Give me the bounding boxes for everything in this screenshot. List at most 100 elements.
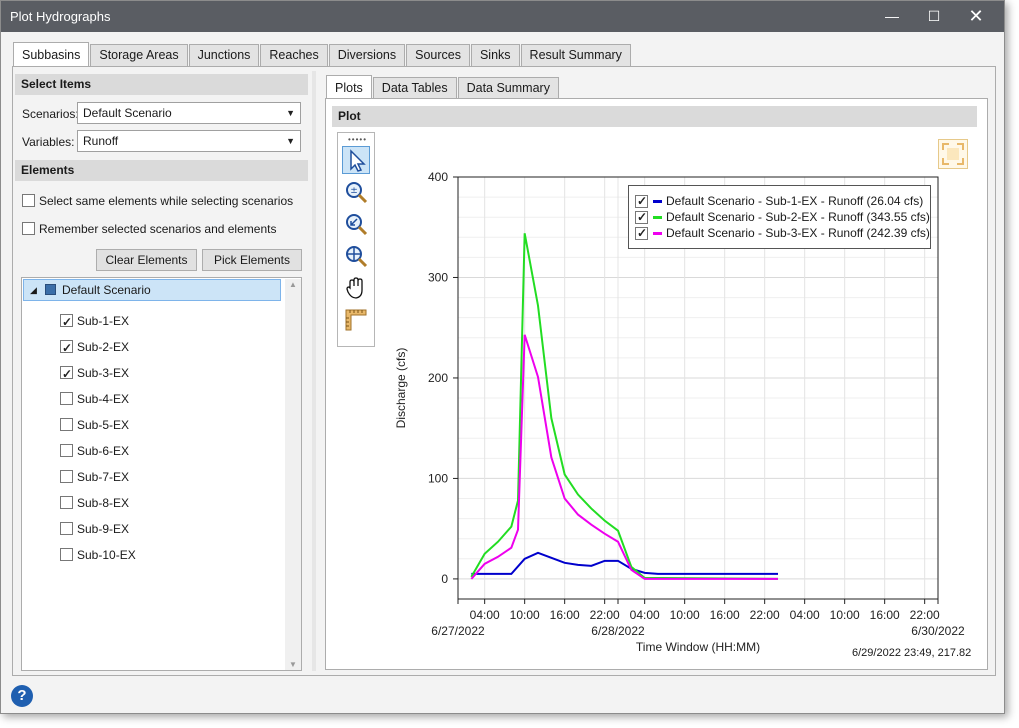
x-axis-label: Time Window (HH:MM) — [636, 640, 760, 654]
svg-text:±: ± — [350, 186, 358, 196]
element-label: Sub-3-EX — [77, 365, 130, 380]
scenarios-dropdown[interactable]: Default Scenario ▼ — [77, 102, 301, 124]
y-axis-label: Discharge (cfs) — [394, 348, 408, 429]
tab-subbasins[interactable]: Subbasins — [13, 42, 90, 66]
legend-checkbox[interactable] — [635, 225, 648, 241]
tree-item-sub-4-ex[interactable]: Sub-4-EX — [60, 388, 129, 408]
element-label: Sub-2-EX — [77, 339, 130, 354]
tab-junctions[interactable]: Junctions — [188, 44, 260, 66]
tab-storage-areas[interactable]: Storage Areas — [90, 44, 188, 66]
same-elements-option[interactable]: Select same elements while selecting sce… — [22, 193, 293, 208]
scroll-down-icon[interactable]: ▼ — [289, 660, 297, 669]
series-line-3 — [470, 334, 778, 580]
tree-item-sub-8-ex[interactable]: Sub-8-EX — [60, 492, 129, 512]
legend-label: Default Scenario - Sub-3-EX - Runoff (24… — [666, 226, 930, 240]
elements-header: Elements — [15, 160, 308, 181]
variables-dropdown[interactable]: Runoff ▼ — [77, 130, 301, 152]
tab-data-summary[interactable]: Data Summary — [457, 77, 559, 99]
element-checkbox[interactable] — [60, 364, 73, 384]
legend-checkbox[interactable] — [635, 209, 648, 225]
scenarios-label: Scenarios: — [22, 107, 79, 121]
ruler-icon[interactable] — [342, 306, 370, 334]
help-icon[interactable]: ? — [11, 685, 33, 707]
chart-legend: Default Scenario - Sub-1-EX - Runoff (26… — [628, 185, 931, 249]
element-checkbox[interactable] — [60, 522, 73, 536]
clear-elements-button[interactable]: Clear Elements — [96, 249, 197, 271]
tree-root-label: Default Scenario — [62, 283, 151, 297]
x-tick-label: 10:00 — [670, 608, 700, 622]
pane-splitter[interactable] — [312, 71, 316, 671]
legend-checkbox[interactable] — [635, 193, 648, 209]
x-date-label: 6/27/2022 — [431, 624, 485, 638]
element-label: Sub-5-EX — [77, 417, 130, 432]
element-checkbox[interactable] — [60, 548, 73, 562]
x-tick-label: 04:00 — [470, 608, 500, 622]
plot-header: Plot — [332, 106, 977, 127]
x-tick-label: 04:00 — [630, 608, 660, 622]
tab-sources[interactable]: Sources — [406, 44, 470, 66]
tab-sinks[interactable]: Sinks — [470, 44, 520, 66]
y-tick-label: 0 — [441, 572, 448, 586]
x-tick-label: 16:00 — [550, 608, 580, 622]
element-checkbox[interactable] — [60, 338, 73, 358]
same-elements-checkbox[interactable] — [22, 194, 35, 208]
tree-item-sub-2-ex[interactable]: Sub-2-EX — [60, 336, 130, 358]
tab-result-summary[interactable]: Result Summary — [520, 44, 631, 66]
zoom-extents-icon[interactable] — [342, 242, 370, 270]
zoom-back-icon[interactable] — [342, 210, 370, 238]
x-tick-label: 22:00 — [750, 608, 780, 622]
collapse-triangle-icon[interactable]: ◢ — [30, 280, 37, 300]
tree-item-sub-10-ex[interactable]: Sub-10-EX — [60, 544, 136, 564]
tab-reaches[interactable]: Reaches — [260, 44, 328, 66]
element-checkbox[interactable] — [60, 312, 73, 332]
x-tick-label: 10:00 — [830, 608, 860, 622]
tree-item-sub-5-ex[interactable]: Sub-5-EX — [60, 414, 129, 434]
tab-plots[interactable]: Plots — [326, 75, 372, 99]
remember-option[interactable]: Remember selected scenarios and elements — [22, 221, 276, 236]
legend-swatch — [653, 216, 662, 220]
tree-item-sub-6-ex[interactable]: Sub-6-EX — [60, 440, 129, 460]
legend-item-sub-2[interactable]: Default Scenario - Sub-2-EX - Runoff (34… — [635, 209, 930, 225]
legend-item-sub-1[interactable]: Default Scenario - Sub-1-EX - Runoff (26… — [635, 193, 923, 209]
pick-elements-button[interactable]: Pick Elements — [202, 249, 302, 271]
x-tick-label: 04:00 — [790, 608, 820, 622]
legend-label: Default Scenario - Sub-2-EX - Runoff (34… — [666, 210, 930, 224]
element-label: Sub-7-EX — [77, 469, 130, 484]
tree-root-default-scenario[interactable]: ◢ Default Scenario — [23, 279, 281, 301]
close-button[interactable]: ✕ — [953, 1, 999, 32]
variables-label: Variables: — [22, 135, 75, 149]
tab-data-tables[interactable]: Data Tables — [372, 77, 457, 99]
element-label: Sub-10-EX — [77, 547, 136, 562]
legend-swatch — [653, 232, 662, 236]
element-label: Sub-1-EX — [77, 313, 130, 328]
element-checkbox[interactable] — [60, 418, 73, 432]
element-label: Sub-6-EX — [77, 443, 130, 458]
tree-item-sub-9-ex[interactable]: Sub-9-EX — [60, 518, 129, 538]
pan-hand-icon[interactable] — [342, 274, 370, 302]
tree-item-sub-7-ex[interactable]: Sub-7-EX — [60, 466, 129, 486]
minimize-button[interactable]: — — [869, 1, 915, 32]
tab-diversions[interactable]: Diversions — [328, 44, 406, 66]
scroll-up-icon[interactable]: ▲ — [289, 280, 297, 289]
tree-item-sub-1-ex[interactable]: Sub-1-EX — [60, 310, 130, 332]
scenarios-value: Default Scenario — [83, 106, 172, 120]
tree-scrollbar[interactable]: ▲ ▼ — [285, 279, 301, 670]
legend-item-sub-3[interactable]: Default Scenario - Sub-3-EX - Runoff (24… — [635, 225, 930, 241]
plot-toolbox: ••••• ± — [337, 132, 375, 347]
element-checkbox[interactable] — [60, 392, 73, 406]
toolbox-grip[interactable]: ••••• — [348, 135, 367, 144]
tree-item-sub-3-ex[interactable]: Sub-3-EX — [60, 362, 130, 384]
remember-checkbox[interactable] — [22, 222, 35, 236]
pointer-icon[interactable] — [342, 146, 370, 174]
maximize-button[interactable]: ☐ — [911, 1, 957, 32]
zoom-in-out-icon[interactable]: ± — [342, 178, 370, 206]
plot-tabs: Plots Data Tables Data Summary — [326, 75, 560, 99]
element-checkbox[interactable] — [60, 444, 73, 458]
remember-label: Remember selected scenarios and elements — [39, 221, 277, 236]
scenario-checkbox[interactable] — [45, 284, 56, 295]
element-checkbox[interactable] — [60, 470, 73, 484]
same-elements-label: Select same elements while selecting sce… — [39, 193, 294, 208]
x-date-label: 6/30/2022 — [911, 624, 965, 638]
x-tick-label: 22:00 — [590, 608, 620, 622]
element-checkbox[interactable] — [60, 496, 73, 510]
